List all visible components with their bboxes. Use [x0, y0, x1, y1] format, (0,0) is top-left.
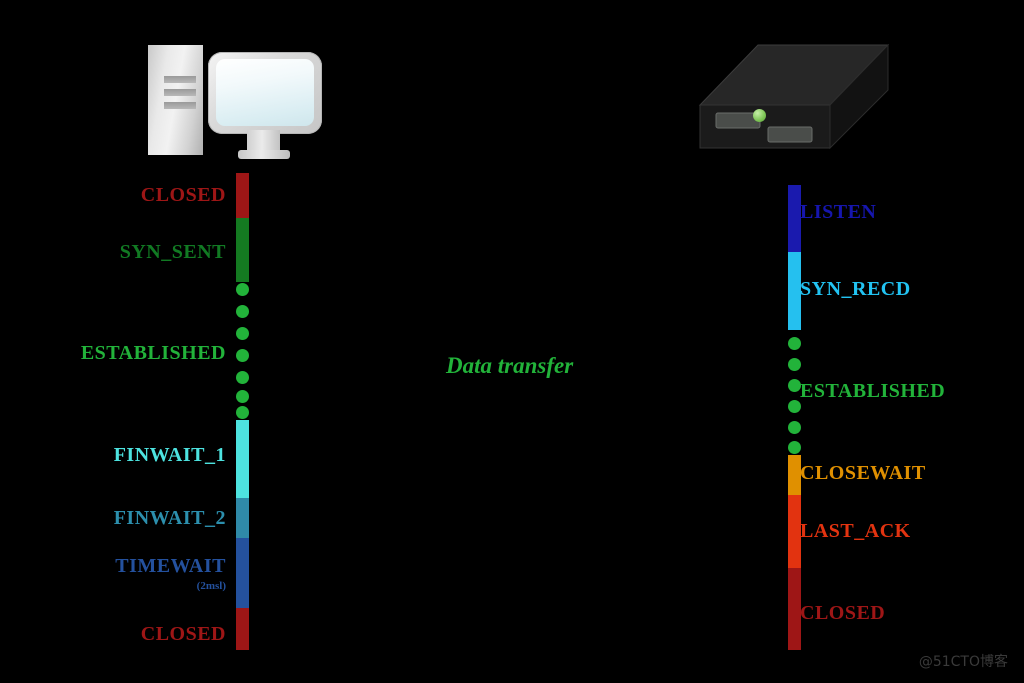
- pc-tower-slot: [164, 102, 196, 109]
- client-state-label-established: ESTABLISHED: [80, 342, 226, 364]
- server-data-dot: [788, 358, 801, 371]
- server-data-dot: [788, 337, 801, 350]
- server-state-label-syn_recd: SYN_RECD: [800, 278, 911, 300]
- server-box-svg: [698, 43, 890, 150]
- client-bar-segment-closed: [236, 608, 249, 650]
- server-state-label-listen: LISTEN: [800, 201, 877, 223]
- client-bar-segment-timewait: [236, 538, 249, 608]
- client-bar-segment-syn_sent: [236, 218, 249, 282]
- watermark: @51CTO博客: [918, 654, 1008, 670]
- server-state-label-closed: CLOSED: [800, 602, 886, 624]
- client-data-dot: [236, 390, 249, 403]
- pc-screen: [216, 59, 314, 126]
- client-bar-segment-finwait_1: [236, 420, 249, 498]
- client-state-label-finwait_2: FINWAIT_2: [113, 507, 226, 529]
- pc-tower-icon: [148, 45, 203, 155]
- pc-monitor-icon: [208, 52, 322, 134]
- server-box-icon: [698, 43, 890, 165]
- server-data-dot: [788, 441, 801, 454]
- client-data-dot: [236, 327, 249, 340]
- pc-monitor-base: [238, 150, 290, 159]
- client-bar-segment-closed: [236, 173, 249, 218]
- pc-tower-slot: [164, 89, 196, 96]
- data-transfer-label: Data transfer: [446, 353, 574, 378]
- client-bar-segment-finwait_2: [236, 498, 249, 538]
- client-data-dot: [236, 283, 249, 296]
- client-timewait-duration-note: (2msl): [196, 580, 226, 592]
- server-state-label-closewait: CLOSEWAIT: [800, 462, 926, 484]
- client-state-label-timewait: TIMEWAIT: [115, 555, 226, 577]
- tcp-state-diagram: CLOSED SYN_SENT ESTABLISHED FINWAIT_1 FINWAI…: [0, 0, 1024, 683]
- client-state-label-syn_sent: SYN_SENT: [119, 241, 226, 263]
- server-data-dot: [788, 379, 801, 392]
- server-data-dot: [788, 400, 801, 413]
- client-state-label-closed: CLOSED: [140, 623, 226, 645]
- client-data-dot: [236, 305, 249, 318]
- client-data-dot: [236, 406, 249, 419]
- server-status-led-icon: [753, 109, 766, 122]
- server-data-dot: [788, 421, 801, 434]
- client-data-dot: [236, 371, 249, 384]
- client-state-label-finwait_1: FINWAIT_1: [113, 444, 226, 466]
- client-data-dot: [236, 349, 249, 362]
- server-state-label-last_ack: LAST_ACK: [800, 520, 911, 542]
- client-state-label-closed: CLOSED: [140, 184, 226, 206]
- server-state-label-established: ESTABLISHED: [800, 380, 946, 402]
- pc-tower-slot: [164, 76, 196, 83]
